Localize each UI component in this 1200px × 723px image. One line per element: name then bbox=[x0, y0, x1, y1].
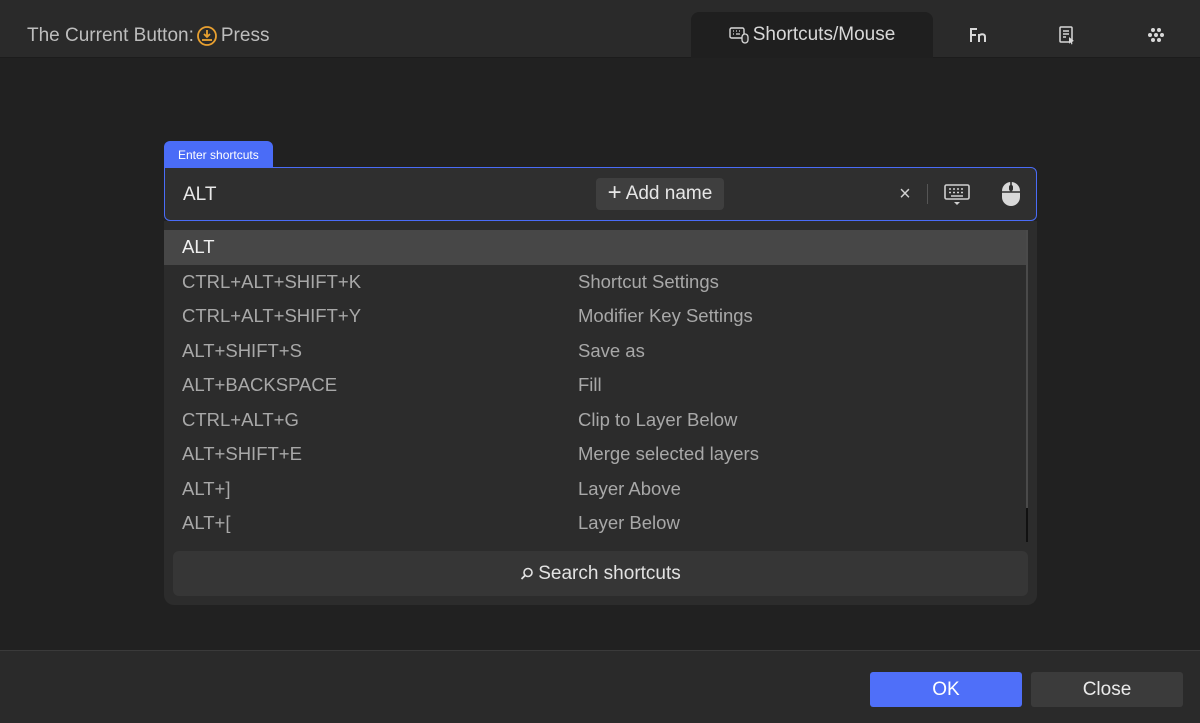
suggestion-row[interactable]: ALT+] Layer Above bbox=[164, 472, 1027, 507]
suggestion-row[interactable]: CTRL+ALT+SHIFT+Y Modifier Key Settings bbox=[164, 299, 1027, 334]
divider bbox=[927, 184, 928, 204]
suggestion-name: Clip to Layer Below bbox=[578, 408, 738, 430]
suggestion-row[interactable]: ALT+BACKSPACE Fill bbox=[164, 368, 1027, 403]
header-bar: The Current Button: Press Shortcuts/Mous… bbox=[0, 0, 1200, 58]
suggestion-keys: ALT+[ bbox=[182, 512, 231, 534]
suggestion-keys: CTRL+ALT+SHIFT+Y bbox=[182, 305, 362, 327]
suggestion-row[interactable]: ALT bbox=[164, 230, 1027, 265]
suggestion-keys: ALT+] bbox=[182, 477, 231, 499]
tab-more[interactable] bbox=[1111, 12, 1200, 58]
plus-icon: + bbox=[607, 179, 622, 206]
keyboard-icon[interactable] bbox=[943, 180, 971, 208]
suggestion-row[interactable]: CTRL+ALT+SHIFT+K Shortcut Settings bbox=[164, 265, 1027, 300]
add-name-button[interactable]: + Add name bbox=[596, 178, 724, 210]
current-button-label: The Current Button: bbox=[27, 25, 194, 46]
add-name-label: Add name bbox=[625, 183, 713, 204]
tab-app-launch[interactable] bbox=[1022, 12, 1111, 58]
suggestion-keys: ALT+SHIFT+S bbox=[182, 339, 302, 361]
search-shortcuts-label: Search shortcuts bbox=[538, 562, 681, 584]
tab-shortcuts-mouse[interactable]: Shortcuts/Mouse bbox=[691, 12, 933, 58]
close-button[interactable]: Close bbox=[1031, 672, 1183, 707]
dots-grid-icon bbox=[1147, 28, 1164, 42]
tab-fn[interactable] bbox=[933, 12, 1022, 58]
shortcut-suggestions: ALT CTRL+ALT+SHIFT+K Shortcut Settings C… bbox=[164, 221, 1037, 605]
shortcut-input[interactable]: ALT + Add name × bbox=[164, 167, 1037, 221]
suggestion-keys: ALT+BACKSPACE bbox=[182, 374, 338, 396]
suggestion-row[interactable]: ALT+[ Layer Below bbox=[164, 506, 1027, 541]
suggestion-name: Layer Above bbox=[578, 477, 681, 499]
suggestion-list: ALT CTRL+ALT+SHIFT+K Shortcut Settings C… bbox=[164, 230, 1027, 541]
current-button-action: Press bbox=[220, 25, 270, 46]
footer-bar: OK Close bbox=[0, 650, 1200, 723]
keyboard-mouse-icon bbox=[729, 27, 749, 44]
app-launch-icon bbox=[1058, 26, 1074, 45]
suggestion-keys: CTRL+ALT+SHIFT+K bbox=[182, 270, 362, 292]
scrollbar-thumb[interactable] bbox=[1026, 508, 1028, 542]
search-icon bbox=[521, 567, 534, 580]
press-icon bbox=[196, 26, 217, 46]
ok-button[interactable]: OK bbox=[870, 672, 1022, 707]
current-button-indicator: The Current Button: Press bbox=[27, 23, 269, 49]
search-shortcuts-button[interactable]: Search shortcuts bbox=[173, 551, 1028, 596]
suggestion-name: Fill bbox=[578, 374, 602, 396]
suggestion-name: Shortcut Settings bbox=[578, 270, 719, 292]
suggestion-keys: ALT bbox=[182, 236, 215, 258]
mouse-icon[interactable] bbox=[999, 180, 1023, 208]
fn-icon bbox=[969, 28, 986, 42]
tab-shortcuts-mouse-label: Shortcuts/Mouse bbox=[752, 24, 896, 45]
suggestion-row[interactable]: ALT+SHIFT+E Merge selected layers bbox=[164, 437, 1027, 472]
clear-icon[interactable]: × bbox=[893, 182, 917, 206]
suggestion-scrollbar[interactable] bbox=[1026, 230, 1028, 542]
enter-shortcuts-label: Enter shortcuts bbox=[164, 141, 273, 169]
suggestion-keys: CTRL+ALT+G bbox=[182, 408, 299, 430]
suggestion-name: Save as bbox=[578, 339, 645, 361]
suggestion-name: Merge selected layers bbox=[578, 443, 759, 465]
suggestion-keys: ALT+SHIFT+E bbox=[182, 443, 302, 465]
suggestion-name: Layer Below bbox=[578, 512, 680, 534]
suggestion-name: Modifier Key Settings bbox=[578, 305, 753, 327]
tab-bar: Shortcuts/Mouse bbox=[691, 12, 1200, 58]
shortcut-value[interactable]: ALT bbox=[183, 184, 216, 206]
suggestion-row[interactable]: ALT+SHIFT+S Save as bbox=[164, 334, 1027, 369]
suggestion-row[interactable]: CTRL+ALT+G Clip to Layer Below bbox=[164, 403, 1027, 438]
